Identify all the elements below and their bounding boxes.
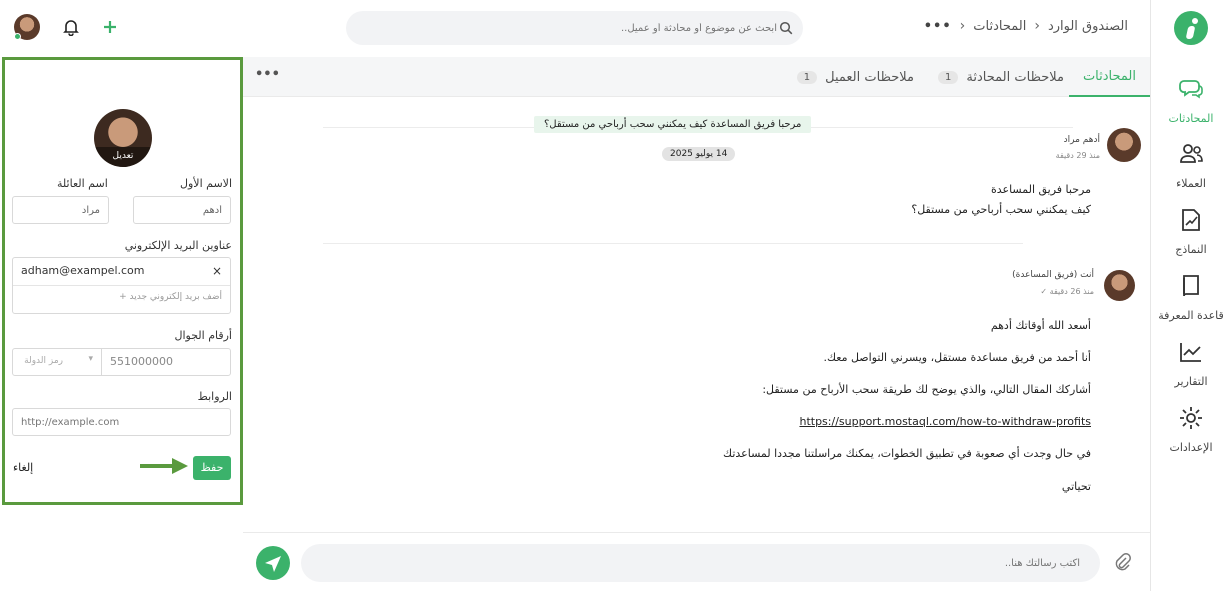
first-name-input[interactable] xyxy=(134,197,230,223)
tab-conversation-notes[interactable]: ملاحظات المحادثة 1 xyxy=(938,57,1064,97)
message-line: تحياتي xyxy=(1061,480,1091,493)
more-options-icon[interactable]: ••• xyxy=(924,19,952,34)
user-avatar[interactable] xyxy=(14,14,40,40)
nav-rail: المحادثات العملاء النماذج قاعدة المعرفة … xyxy=(1150,0,1230,591)
agent-avatar xyxy=(1104,270,1135,301)
conversation-tabs: المحادثات ملاحظات المحادثة 1 ملاحظات الع… xyxy=(243,57,1150,97)
nav-item-templates[interactable]: النماذج xyxy=(1151,207,1230,256)
send-icon xyxy=(265,556,281,572)
phones-label: أرقام الجوال xyxy=(174,329,232,342)
message-line: أشاركك المقال التالي، والذي يوضح لك طريق… xyxy=(762,383,1091,396)
save-button[interactable]: حفظ xyxy=(193,456,231,480)
tab-customer-notes[interactable]: ملاحظات العميل 1 xyxy=(796,57,914,97)
templates-icon xyxy=(1182,209,1200,231)
emails-box: adham@exampel.com × أضف بريد إلكتروني جد… xyxy=(12,257,231,314)
search-bar[interactable] xyxy=(346,11,803,45)
edit-avatar-label[interactable]: تعديل xyxy=(94,147,152,167)
brand-logo[interactable] xyxy=(1174,11,1208,45)
send-button[interactable] xyxy=(256,546,290,580)
nav-item-customers[interactable]: العملاء xyxy=(1151,141,1230,190)
email-row: adham@exampel.com × xyxy=(13,258,230,286)
message-input[interactable] xyxy=(301,544,1100,582)
bell-icon[interactable] xyxy=(62,18,80,36)
contact-avatar[interactable]: تعديل xyxy=(94,109,152,167)
message-line: مرحبا فريق المساعدة xyxy=(990,183,1091,196)
chat-icon xyxy=(1179,80,1203,99)
link-input[interactable] xyxy=(13,409,230,435)
phone-field: 551000000 رمز الدولة ▾ xyxy=(12,348,231,376)
date-separator: 14 يوليو 2025 xyxy=(662,147,736,161)
gear-icon xyxy=(1180,407,1202,429)
reports-icon xyxy=(1180,343,1201,362)
message-field[interactable] xyxy=(301,544,1100,582)
breadcrumb-current[interactable]: المحادثات xyxy=(973,19,1026,34)
top-bar: الصندوق الوارد ‹ المحادثات ‹ ••• xyxy=(0,0,1150,57)
caret-down-icon: ▾ xyxy=(88,354,93,364)
tab-label: ملاحظات المحادثة xyxy=(966,69,1064,85)
message-sender: أنت (فريق المساعدة) xyxy=(1012,270,1094,280)
message-line: أنا أحمد من فريق مساعدة مستقل، ويسرني ال… xyxy=(823,351,1091,364)
more-options-icon[interactable]: ••• xyxy=(255,67,280,82)
nav-label: النماذج xyxy=(1175,243,1207,256)
nav-label: التقارير xyxy=(1174,375,1208,388)
top-actions xyxy=(14,14,118,40)
last-name-label: اسم العائلة xyxy=(57,177,108,190)
message-line: في حال وجدت أي صعوبة في تطبيق الخطوات، ي… xyxy=(723,447,1091,460)
tab-label: المحادثات xyxy=(1082,68,1136,84)
last-name-input[interactable] xyxy=(13,197,108,223)
message-composer xyxy=(243,532,1150,591)
phone-number-value[interactable]: 551000000 xyxy=(110,355,173,368)
message-sender: أدهم مراد xyxy=(1063,135,1100,145)
messages-pane: مرحبا فريق المساعدة كيف يمكنني سحب أرباح… xyxy=(243,97,1150,532)
users-icon xyxy=(1180,144,1203,163)
divider xyxy=(323,243,1023,244)
nav-label: قاعدة المعرفة xyxy=(1158,309,1224,322)
breadcrumb: الصندوق الوارد ‹ المحادثات ‹ ••• xyxy=(924,18,1128,34)
nav-label: الإعدادات xyxy=(1169,441,1213,454)
remove-email-icon[interactable]: × xyxy=(212,264,222,278)
plus-icon[interactable] xyxy=(102,19,118,35)
cancel-button[interactable]: إلغاء xyxy=(13,461,33,474)
first-name-label: الاسم الأول xyxy=(180,177,232,190)
search-icon xyxy=(779,21,793,35)
message-time: منذ 26 دقيقة ✓ xyxy=(1040,287,1094,296)
country-code-select[interactable]: رمز الدولة ▾ xyxy=(13,349,102,375)
customer-avatar xyxy=(1107,128,1141,162)
tab-label: ملاحظات العميل xyxy=(825,69,914,85)
plus-icon: + xyxy=(119,292,127,302)
conversation-subject: مرحبا فريق المساعدة كيف يمكنني سحب أرباح… xyxy=(534,116,812,133)
emails-label: عناوين البريد الإلكتروني xyxy=(124,239,232,252)
email-value[interactable]: adham@exampel.com xyxy=(21,264,145,277)
arrow-right-icon xyxy=(140,458,188,474)
message-line: أسعد الله أوقاتك أدهم xyxy=(990,319,1091,332)
tab-conversations[interactable]: المحادثات xyxy=(1068,57,1150,97)
book-icon xyxy=(1183,275,1199,297)
article-link[interactable]: https://support.mostaql.com/how-to-withd… xyxy=(799,415,1091,428)
app-window: المحادثات العملاء النماذج قاعدة المعرفة … xyxy=(0,0,1230,591)
nav-item-reports[interactable]: التقارير xyxy=(1151,339,1230,388)
count-badge: 1 xyxy=(796,70,818,84)
contact-edit-panel: تعديل الاسم الأول اسم العائلة عناوين الب… xyxy=(2,57,243,505)
nav-item-settings[interactable]: الإعدادات xyxy=(1151,405,1230,454)
nav-item-conversations[interactable]: المحادثات xyxy=(1151,76,1230,125)
country-code-placeholder: رمز الدولة xyxy=(24,356,63,366)
nav-label: المحادثات xyxy=(1168,112,1214,125)
last-name-field[interactable] xyxy=(12,196,109,224)
breadcrumb-root[interactable]: الصندوق الوارد xyxy=(1048,19,1128,34)
links-label: الروابط xyxy=(197,390,232,403)
nav-item-knowledge-base[interactable]: قاعدة المعرفة xyxy=(1151,273,1230,322)
paperclip-icon[interactable] xyxy=(1115,553,1131,571)
nav-label: العملاء xyxy=(1176,177,1206,190)
chevron-left-icon: ‹ xyxy=(959,18,966,34)
first-name-field[interactable] xyxy=(133,196,231,224)
search-input[interactable] xyxy=(377,11,777,45)
count-badge: 1 xyxy=(938,70,959,84)
add-email-label: أضف بريد إلكتروني جديد xyxy=(129,292,222,302)
message-time: منذ 29 دقيقة xyxy=(1055,151,1100,160)
chevron-left-icon: ‹ xyxy=(1034,18,1040,34)
add-email-button[interactable]: أضف بريد إلكتروني جديد + xyxy=(119,292,222,302)
message-line: كيف يمكنني سحب أرباحي من مستقل؟ xyxy=(911,203,1091,216)
link-field[interactable] xyxy=(12,408,231,436)
online-status-dot xyxy=(14,33,21,40)
